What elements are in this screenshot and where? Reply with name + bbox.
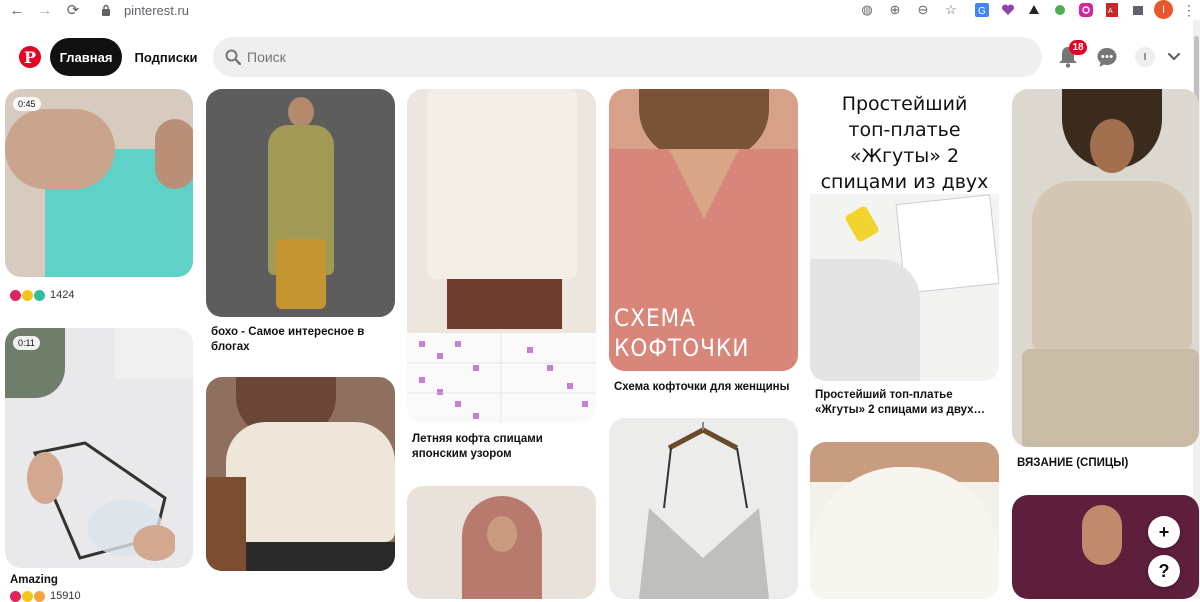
pin-reactions: 1424 (10, 289, 74, 301)
pin-hooded-cardigan[interactable] (407, 486, 596, 599)
pin-caption[interactable]: ВЯЗАНИЕ (СПИЦЫ) (1017, 456, 1187, 471)
background-image (115, 328, 193, 378)
pin-lace-top-curly-model[interactable] (1012, 89, 1199, 447)
zoom-in-icon[interactable]: ⊕ (883, 1, 907, 19)
pin-cream-sweater[interactable] (206, 377, 395, 571)
search-input[interactable] (247, 49, 1027, 65)
pin-reactions: 15910 (10, 590, 81, 602)
pin-summer-top-japanese[interactable] (407, 89, 596, 423)
leather-skirt-image (447, 279, 562, 329)
bird-extension-icon[interactable] (1022, 1, 1046, 19)
back-icon[interactable]: ← (6, 0, 28, 20)
chevron-down-icon[interactable] (1164, 47, 1184, 67)
reload-icon[interactable]: ⟳ (62, 0, 84, 20)
pin-glass-jar-video[interactable]: 0:11 (5, 328, 193, 568)
camera-blocked-icon[interactable]: ◍ (855, 1, 879, 19)
lock-icon (100, 3, 112, 17)
peplum-image (1022, 349, 1199, 447)
lace-top-image (1032, 181, 1192, 351)
hand-image (5, 109, 115, 189)
heart-extension-icon[interactable] (996, 1, 1020, 19)
smile-reaction-icon (22, 289, 33, 301)
browser-toolbar: ← → ⟳ pinterest.ru ◍ ⊕ ⊖ ☆ G A I ⋮ (0, 0, 1200, 20)
messages-icon[interactable] (1095, 45, 1119, 69)
instagram-extension-icon[interactable] (1074, 1, 1098, 19)
svg-text:G: G (978, 6, 986, 17)
search-icon (225, 49, 241, 65)
heart-reaction-icon (10, 590, 21, 602)
reaction-count: 15910 (50, 590, 81, 602)
add-button[interactable]: + (1148, 516, 1180, 548)
sweater-image (226, 422, 395, 542)
video-duration: 0:11 (13, 336, 40, 350)
pin-caption[interactable]: Летняя кофта спицами японским узором (412, 432, 592, 462)
user-avatar[interactable]: I (1135, 47, 1155, 67)
bag-image (206, 477, 246, 571)
jeans-image (246, 542, 395, 571)
extensions-puzzle-icon[interactable] (1126, 1, 1150, 19)
pin-caption[interactable]: Простейший топ-платье «Жгуты» 2 спицами … (815, 388, 995, 418)
mustard-skirt-image (276, 239, 326, 309)
pin-caption[interactable]: Amazing (10, 573, 190, 588)
pattern-chart-image (407, 333, 596, 423)
pin-caption[interactable]: Схема кофточки для женщины (614, 380, 794, 395)
camisole-hanger-image (639, 422, 769, 599)
pin-top-dress-zhguty[interactable]: Простейший топ-платье «Жгуты» 2 спицами … (810, 89, 999, 381)
smile-reaction-icon (22, 590, 33, 602)
paw-extension-icon[interactable] (1048, 1, 1072, 19)
url-text: pinterest.ru (124, 2, 190, 18)
pinterest-logo-icon[interactable]: P (19, 46, 41, 68)
pdf-extension-icon[interactable]: A (1100, 1, 1124, 19)
hand-image (155, 119, 193, 189)
translate-extension-icon[interactable]: G (970, 1, 994, 19)
pin-white-lace-cardigan[interactable] (810, 442, 999, 599)
help-button[interactable]: ? (1148, 555, 1180, 587)
pinterest-header: P Главная Подписки 18 I (0, 20, 1200, 90)
star-reaction-icon (34, 289, 45, 301)
wow-reaction-icon (34, 590, 45, 602)
face-image (1090, 119, 1134, 173)
browser-menu-icon[interactable]: ⋮ (1182, 0, 1196, 20)
white-knit-image (810, 259, 920, 381)
schema-overlay-text: СХЕМА КОФТОЧКИ (614, 304, 750, 362)
lace-cardigan-image (810, 467, 999, 599)
pin-boho-dress[interactable] (206, 89, 395, 317)
back-skin-image (1082, 505, 1122, 565)
reaction-count: 1424 (50, 289, 75, 301)
pin-pink-cardigan-schema[interactable]: СХЕМА КОФТОЧКИ (609, 89, 798, 371)
address-bar[interactable]: pinterest.ru (94, 0, 964, 20)
bookmark-star-icon[interactable]: ☆ (939, 1, 963, 19)
pin-knitting-video-turquoise[interactable]: 0:45 (5, 89, 193, 277)
svg-text:A: A (1108, 8, 1113, 15)
zoom-out-icon[interactable]: ⊖ (911, 1, 935, 19)
search-bar[interactable] (213, 37, 1042, 77)
face-image (487, 516, 517, 552)
pin-caption[interactable]: бохо - Самое интересное в блогах (211, 325, 391, 355)
model-head-image (288, 97, 314, 127)
following-tab[interactable]: Подписки (126, 38, 206, 76)
pin-grey-camisole[interactable] (609, 418, 798, 599)
browser-profile-avatar[interactable]: I (1154, 0, 1173, 19)
video-duration: 0:45 (13, 97, 41, 111)
heart-reaction-icon (10, 289, 21, 301)
home-tab[interactable]: Главная (50, 38, 122, 76)
glass-jar-image (27, 441, 175, 561)
notifications-badge: 18 (1069, 40, 1087, 55)
knit-top-image (427, 89, 577, 279)
forward-icon[interactable]: → (34, 0, 56, 20)
